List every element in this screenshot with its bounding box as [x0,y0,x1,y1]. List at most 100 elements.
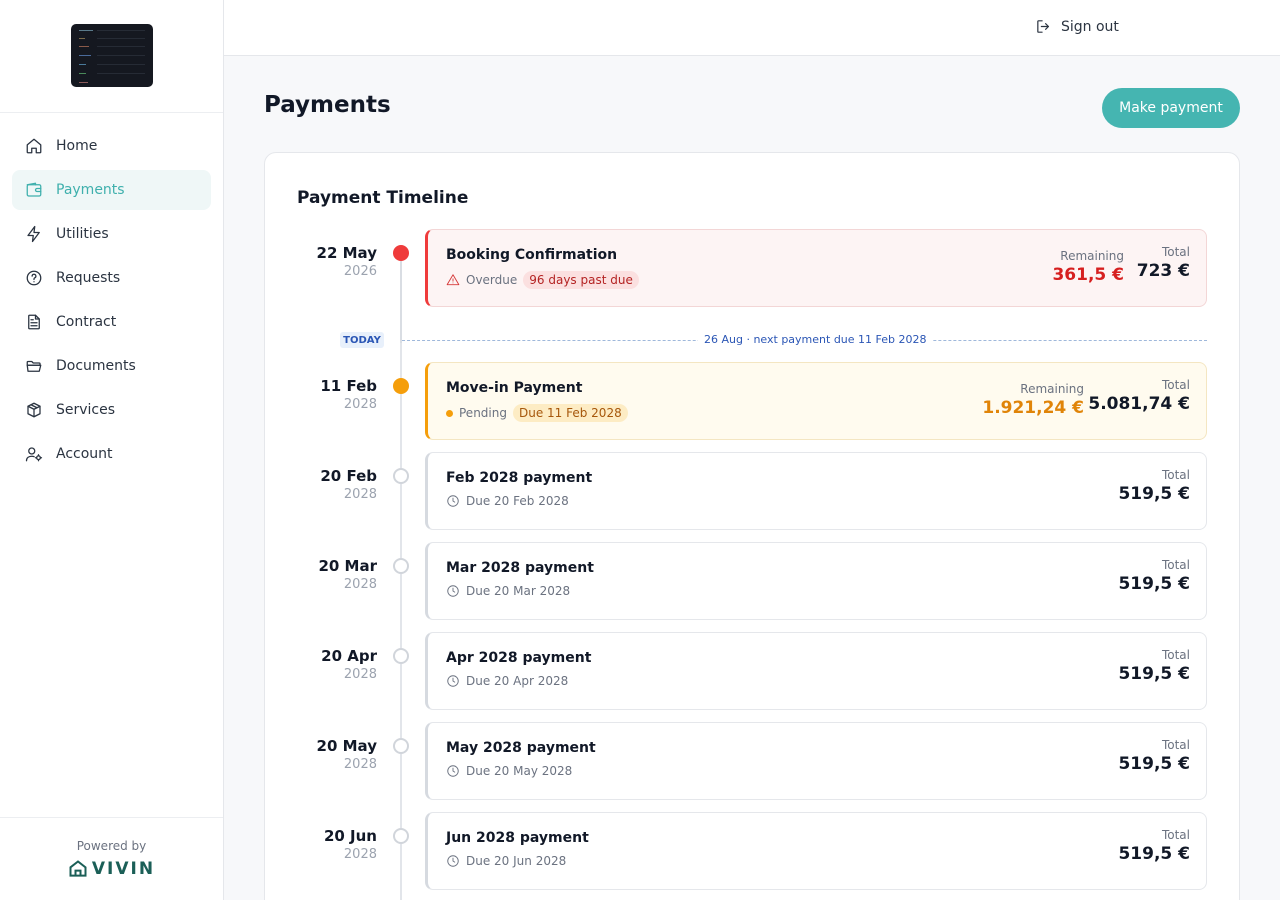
payment-card-apr-2028[interactable]: Apr 2028 payment Due 20 Apr 2028 Total 5… [425,632,1207,710]
sidebar-item-documents[interactable]: Documents [12,346,211,386]
folder-icon [25,357,43,375]
total-label: Total [1161,828,1190,842]
payment-name: Feb 2028 payment [446,470,593,486]
date-day: 20 Feb [320,467,377,485]
timeline-dot-upcoming [393,738,409,754]
total-amount: Total 519,5 € [1118,648,1190,684]
pending-dot [446,409,453,417]
payment-due: Due 20 Jun 2028 [446,854,566,868]
payment-due: Due 20 Apr 2028 [446,674,568,688]
payment-name: Move-in Payment [446,380,583,396]
logo-area [0,0,223,113]
sidebar-item-contract[interactable]: Contract [12,302,211,342]
clock-icon [447,585,459,597]
payment-card-feb-2028[interactable]: Feb 2028 payment Due 20 Feb 2028 Total 5… [425,452,1207,530]
due-label: Due 20 Apr 2028 [466,674,569,688]
date-day: 22 May [316,244,377,262]
timeline-line [400,253,402,900]
total-amount: Total 519,5 € [1118,468,1190,504]
total-label: Total [1161,245,1190,259]
bolt-icon [25,225,43,243]
remaining-value: 1.921,24 € [982,398,1084,418]
payment-name: Jun 2028 payment [446,830,589,846]
total-amount: Total 5.081,74 € [1088,378,1190,414]
date-year: 2028 [343,487,377,502]
sign-out-icon [1037,20,1050,33]
box-icon [25,401,43,419]
status-label: Overdue [466,273,518,287]
total-amount: Total 519,5 € [1118,828,1190,864]
clock-icon [447,855,459,867]
help-circle-icon [25,269,43,287]
total-label: Total [1161,648,1190,662]
brand-logo[interactable]: VIVIN [0,859,223,879]
date-day: 20 Mar [318,557,377,575]
sidebar-item-payments[interactable]: Payments [12,170,211,210]
sidebar-item-home[interactable]: Home [12,126,211,166]
sign-out-button[interactable]: Sign out [1035,18,1119,35]
payment-card-move-in[interactable]: Move-in Payment Pending Due 11 Feb 2028 … [425,362,1207,440]
payment-card-jun-2028[interactable]: Jun 2028 payment Due 20 Jun 2028 Total 5… [425,812,1207,890]
today-badge: TODAY [340,332,384,348]
total-label: Total [1161,378,1190,392]
make-payment-button[interactable]: Make payment [1102,88,1240,128]
sidebar-item-utilities[interactable]: Utilities [12,214,211,254]
date-day: 20 Jun [323,827,377,845]
home-icon [25,137,43,155]
payment-name: May 2028 payment [446,740,596,756]
status-label: Pending [459,406,507,420]
payment-card-mar-2028[interactable]: Mar 2028 payment Due 20 Mar 2028 Total 5… [425,542,1207,620]
timeline-dot-overdue [393,245,409,261]
today-next-payment-text: 26 Aug · next payment due 11 Feb 2028 [698,333,933,346]
date-year: 2028 [343,757,377,772]
sidebar-item-label: Home [56,138,98,154]
due-label: Due 20 Jun 2028 [466,854,567,868]
sidebar-item-services[interactable]: Services [12,390,211,430]
total-value: 519,5 € [1118,574,1190,594]
payment-card-booking-confirmation[interactable]: Booking Confirmation Overdue 96 days pas… [425,229,1207,307]
date-day: 20 Apr [321,647,377,665]
timeline-date: 11 Feb 2028 [257,377,377,412]
timeline-date: 20 Jun 2028 [257,827,377,862]
sidebar-item-label: Utilities [56,226,109,242]
timeline-date: 20 Feb 2028 [257,467,377,502]
app-logo[interactable] [70,23,153,87]
timeline-title: Payment Timeline [297,188,469,208]
sign-out-label: Sign out [1061,18,1119,35]
payment-due: Due 20 Feb 2028 [446,494,569,508]
clock-icon [447,495,459,507]
total-value: 723 € [1136,261,1190,281]
total-label: Total [1161,558,1190,572]
clock-icon [447,765,459,777]
timeline-dot-upcoming [393,468,409,484]
sidebar-item-label: Services [56,402,116,418]
total-value: 519,5 € [1118,484,1190,504]
date-day: 11 Feb [320,377,377,395]
payment-name: Mar 2028 payment [446,560,594,576]
sidebar-footer: Powered by VIVIN [0,817,223,900]
sidebar-item-requests[interactable]: Requests [12,258,211,298]
remaining-amount: Remaining 1.921,24 € [982,382,1084,418]
due-label: Due 20 May 2028 [466,764,573,778]
timeline-dot-upcoming [393,648,409,664]
remaining-value: 361,5 € [1052,265,1124,285]
date-year: 2028 [343,667,377,682]
date-year: 2026 [343,264,377,279]
due-label: Due 20 Mar 2028 [466,584,571,598]
overdue-badge: 96 days past due [523,271,639,289]
timeline-date: 20 May 2028 [257,737,377,772]
payment-card-may-2028[interactable]: May 2028 payment Due 20 May 2028 Total 5… [425,722,1207,800]
payment-name: Apr 2028 payment [446,650,592,666]
clock-icon [447,675,459,687]
warning-icon [446,274,460,286]
timeline-line-segment [400,253,402,343]
sidebar-item-account[interactable]: Account [12,434,211,474]
topbar: Sign out [224,0,1280,56]
timeline-date: 20 Apr 2028 [257,647,377,682]
sidebar-item-label: Payments [56,182,125,198]
brand-name: VIVIN [91,859,156,879]
payment-due: Due 20 Mar 2028 [446,584,570,598]
total-label: Total [1161,738,1190,752]
sidebar-nav: Home Payments Utilities Requests Contrac… [12,126,211,478]
sidebar-item-label: Documents [56,358,136,374]
